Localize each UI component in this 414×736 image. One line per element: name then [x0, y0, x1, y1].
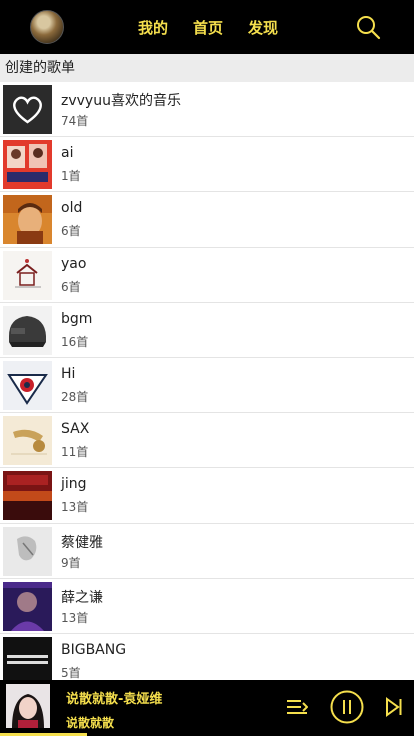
tab-mine[interactable]: 我的 [138, 17, 168, 38]
playlist-row[interactable]: ai 1首 [0, 137, 414, 193]
playlist-count: 9首 [61, 555, 81, 570]
playlist-row[interactable]: jing 13首 [0, 468, 414, 524]
section-header: 创建的歌单 [0, 54, 414, 82]
search-icon[interactable] [355, 14, 381, 40]
playlist-list: zvvyuu喜欢的音乐 74首 ai 1首 old 6首 yao 6首 bgm … [0, 82, 414, 680]
playlist-count: 6首 [61, 224, 81, 239]
playlist-row[interactable]: 蔡健雅 9首 [0, 524, 414, 579]
playlist-cover [3, 471, 52, 521]
playlist-name: yao [61, 255, 87, 272]
playlist-count: 1首 [61, 169, 81, 184]
tab-home[interactable]: 首页 [193, 17, 223, 38]
heart-icon [3, 85, 52, 134]
playlist-cover [3, 195, 52, 245]
playlist-cover [3, 85, 52, 134]
playlist-cover [3, 636, 52, 680]
playlist-name: 薛之谦 [61, 589, 103, 606]
playlist-count: 5首 [61, 665, 81, 680]
playlist-cover [3, 250, 52, 300]
player-bar[interactable]: 说散就散-袁娅维 说散就散 [0, 680, 414, 736]
playlist-cover [3, 526, 52, 576]
playlist-count: 74首 [61, 114, 89, 128]
user-avatar[interactable] [30, 10, 64, 44]
playlist-name: SAX [61, 421, 90, 438]
playlist-name: 蔡健雅 [61, 534, 103, 551]
playlist-row[interactable]: SAX 11首 [0, 413, 414, 469]
playlist-count: 28首 [61, 389, 89, 404]
playlist-queue-icon[interactable] [286, 697, 308, 717]
playlist-name: jing [61, 476, 87, 493]
playlist-count: 11首 [61, 445, 89, 460]
playlist-count: 13首 [61, 610, 89, 625]
playlist-cover [3, 140, 52, 190]
playlist-count: 6首 [61, 279, 81, 294]
playlist-row[interactable]: 薛之谦 13首 [0, 579, 414, 634]
playlist-cover [3, 581, 52, 631]
playlist-count: 13首 [61, 500, 89, 515]
tab-discover[interactable]: 发现 [248, 17, 278, 38]
pause-icon[interactable] [330, 690, 364, 724]
next-track-icon[interactable] [385, 697, 403, 717]
playlist-row[interactable]: zvvyuu喜欢的音乐 74首 [0, 82, 414, 138]
now-playing-title: 说散就散-袁娅维 [66, 692, 163, 707]
playlist-cover [3, 360, 52, 410]
playlist-name: bgm [61, 310, 93, 327]
playlist-count: 16首 [61, 334, 89, 349]
playlist-cover [3, 416, 52, 466]
playlist-name: zvvyuu喜欢的音乐 [61, 93, 181, 109]
playlist-name: ai [61, 145, 74, 162]
playlist-name: old [61, 200, 83, 217]
playlist-row[interactable]: BIGBANG 5首 [0, 634, 414, 680]
playlist-name: BIGBANG [61, 641, 127, 658]
playlist-row[interactable]: Hi 28首 [0, 358, 414, 414]
now-playing-subtitle: 说散就散 [66, 716, 115, 730]
playlist-row[interactable]: yao 6首 [0, 248, 414, 303]
playlist-name: Hi [61, 365, 76, 382]
playlist-cover [3, 305, 52, 355]
playlist-row[interactable]: bgm 16首 [0, 303, 414, 358]
playlist-row[interactable]: old 6首 [0, 192, 414, 248]
now-playing-cover[interactable] [6, 684, 50, 728]
top-bar: 我的 首页 发现 [0, 0, 414, 54]
